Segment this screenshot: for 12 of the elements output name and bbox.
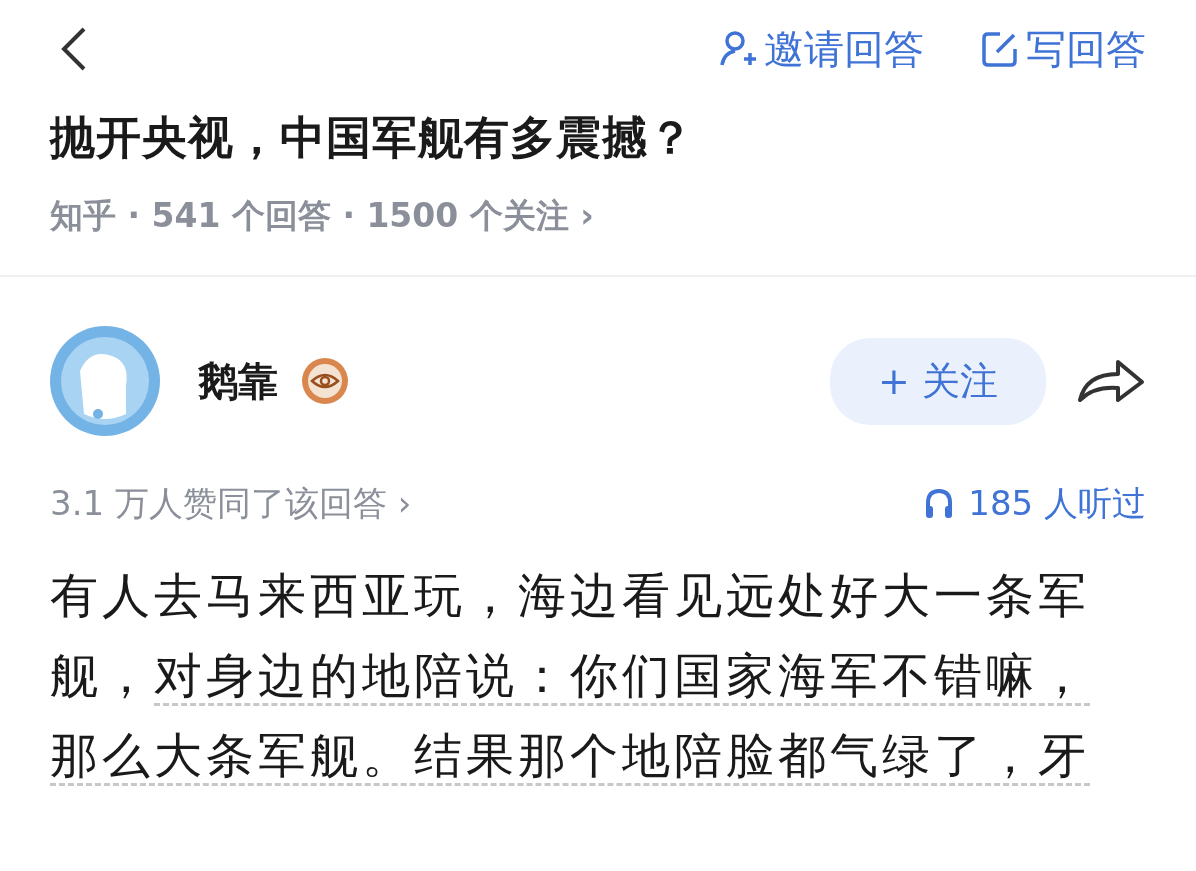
- question-meta[interactable]: 知乎 · 541 个回答 · 1500 个关注 ›: [50, 194, 1146, 239]
- author-name[interactable]: 鹅靠: [198, 353, 278, 409]
- write-answer-button[interactable]: 写回答: [980, 21, 1146, 77]
- edit-icon: [980, 29, 1020, 69]
- invite-answer-button[interactable]: 邀请回答: [718, 21, 924, 77]
- follow-button[interactable]: + 关注: [830, 337, 1046, 425]
- headphones-icon: [924, 488, 955, 520]
- likes-count[interactable]: 3.1 万人赞同了该回答 ›: [50, 481, 412, 527]
- listens-count: 185 人听过: [968, 482, 1146, 525]
- eye-badge-icon: [300, 356, 350, 406]
- question-title: 抛开央视，中国军舰有多震撼？: [50, 110, 695, 166]
- answer-text: 有人去马来西亚玩，海边看见远处好大一条军舰，对身边的地陪说：你们国家海军不错嘛，那么大条军舰。结果那个地陪脸都气绿了，牙: [50, 555, 1110, 795]
